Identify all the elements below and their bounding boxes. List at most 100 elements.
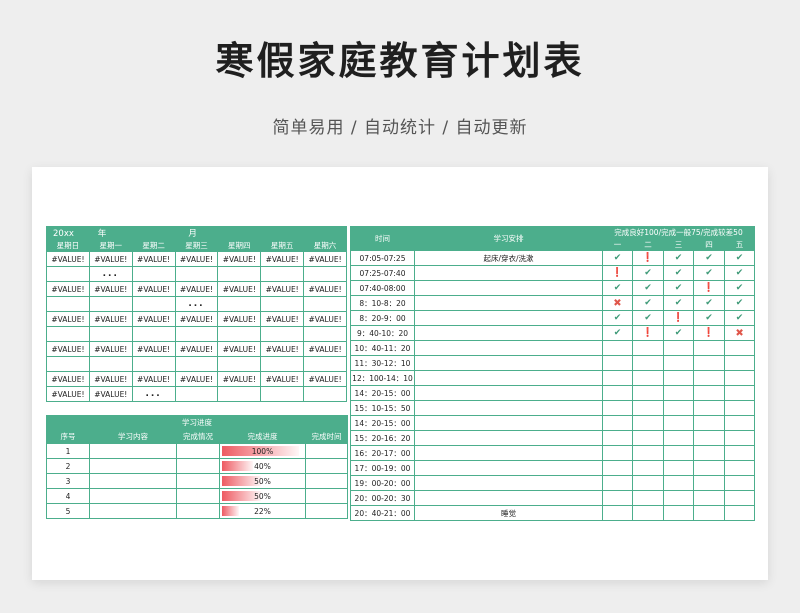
rating-cell [663, 400, 694, 416]
rating-cell [602, 490, 633, 506]
check-icon: ✔ [735, 283, 744, 293]
calendar-cell [46, 266, 90, 282]
schedule-time: 15：20-16：20 [350, 430, 415, 446]
schedule-plan: 睡觉 [414, 505, 603, 521]
calendar-month-header: 20xx 年 月 [46, 226, 347, 240]
calendar-year-unit: 年 [97, 229, 107, 239]
schedule-time: 20：00-20：30 [350, 490, 415, 506]
rating-cell [723, 460, 756, 476]
calendar-row: ... [46, 266, 347, 282]
progress-table: 学习进度 序号 学习内容 完成情况 完成进度 完成时间 1 100% 2 40% 3 50% 4 50… [45, 415, 349, 519]
calendar-cell: #VALUE! [131, 341, 176, 357]
calendar-cell: #VALUE! [46, 341, 90, 357]
progress-row: 5 22% [46, 503, 349, 519]
rating-cell: ✔ [663, 250, 694, 266]
calendar-cell [46, 296, 90, 312]
schedule-plan [414, 280, 603, 296]
schedule-plan [414, 430, 603, 446]
calendar-cell [260, 326, 305, 342]
calendar-cell [260, 296, 305, 312]
schedule-time: 11：30-12：10 [350, 355, 415, 371]
progress-title: 学习进度 [45, 415, 349, 429]
rating-cell: ✔ [723, 310, 756, 326]
schedule-row: 19：00-20：00 [350, 475, 756, 491]
calendar-cell: #VALUE! [217, 311, 262, 327]
rating-cell: ✖ [723, 325, 756, 341]
rating-cell: ✔ [602, 250, 633, 266]
progress-percent: 40% [254, 461, 271, 471]
check-icon: ✔ [674, 328, 683, 338]
schedule-row: 14：20-15：00 [350, 385, 756, 401]
schedule-plan [414, 265, 603, 281]
rating-cell [723, 370, 756, 386]
calendar-cell: #VALUE! [131, 251, 176, 267]
schedule-row: 15：10-15：50 [350, 400, 756, 416]
calendar-cell: #VALUE! [46, 251, 90, 267]
calendar-cell [303, 266, 347, 282]
schedule-plan [414, 490, 603, 506]
rating-cell: ✔ [693, 265, 725, 281]
calendar-cell [217, 356, 262, 372]
calendar-cell: #VALUE! [217, 341, 262, 357]
rating-cell: ✔ [663, 265, 694, 281]
rating-cell: ✔ [663, 280, 694, 296]
progress-no: 3 [46, 473, 90, 489]
rating-cell: ✔ [693, 295, 725, 311]
schedule-row: 20：40-21：00 睡觉 [350, 505, 756, 521]
schedule-plan [414, 400, 603, 416]
schedule-row: 9：40-10：20 ✔ ❗ ✔ ❗ ✖ [350, 325, 756, 341]
schedule-row: 17：00-19：00 [350, 460, 756, 476]
page-subtitle: 简单易用 / 自动统计 / 自动更新 [272, 118, 528, 138]
rating-cell [723, 355, 756, 371]
rating-cell: ❗ [693, 280, 725, 296]
rating-cell [693, 415, 725, 431]
progress-time [304, 488, 349, 504]
calendar-cell: #VALUE! [174, 311, 219, 327]
rating-cell [693, 475, 725, 491]
check-icon: ✔ [705, 253, 713, 263]
rating-cell [632, 385, 664, 401]
rating-cell: ✔ [723, 295, 756, 311]
calendar-row: #VALUE! #VALUE!... [46, 386, 347, 402]
check-icon: ✔ [674, 268, 683, 278]
calendar-cell [217, 296, 262, 312]
schedule-plan [414, 460, 603, 476]
rating-cell: ✔ [723, 280, 756, 296]
progress-status [176, 443, 220, 459]
rating-cell [602, 445, 633, 461]
calendar-cell: #VALUE! [303, 371, 347, 387]
rating-cell [663, 475, 694, 491]
rating-cell [632, 340, 664, 356]
check-icon: ✔ [705, 268, 713, 278]
rating-cell [663, 445, 694, 461]
schedule-time: 8：10-8：20 [350, 295, 415, 311]
rating-cell [632, 430, 664, 446]
schedule-row: 07:05-07:25 起床/穿衣/洗漱 ✔ ❗ ✔ ✔ ✔ [350, 250, 756, 266]
schedule-row: 07:40-08:00 ✔ ✔ ✔ ❗ ✔ [350, 280, 756, 296]
rating-cell [602, 475, 633, 491]
check-icon: ✔ [735, 268, 744, 278]
exclamation-icon: ❗ [703, 283, 715, 293]
rating-cell [602, 385, 633, 401]
calendar-cell: #VALUE! [131, 311, 176, 327]
rating-cell [602, 505, 633, 521]
check-icon: ✔ [613, 313, 622, 323]
calendar-cell: #VALUE! [88, 371, 133, 387]
schedule-time: 14：20-15：00 [350, 415, 415, 431]
rating-cell [693, 460, 725, 476]
rating-cell [632, 400, 664, 416]
rating-cell: ❗ [632, 250, 664, 266]
schedule-time: 07:05-07:25 [350, 250, 415, 266]
rating-cell [693, 340, 725, 356]
calendar-cell [131, 356, 176, 372]
rating-cell [693, 385, 725, 401]
schedule-day-header: 二 [632, 238, 664, 251]
rating-cell [632, 355, 664, 371]
progress-row: 3 50% [46, 473, 349, 489]
schedule-time: 16：20-17：00 [350, 445, 415, 461]
calendar-cell [217, 386, 262, 402]
progress-time [304, 473, 349, 489]
schedule-row: 20：00-20：30 [350, 490, 756, 506]
progress-bar-cell: 40% [219, 458, 306, 474]
calendar-cell: ... [131, 386, 176, 402]
